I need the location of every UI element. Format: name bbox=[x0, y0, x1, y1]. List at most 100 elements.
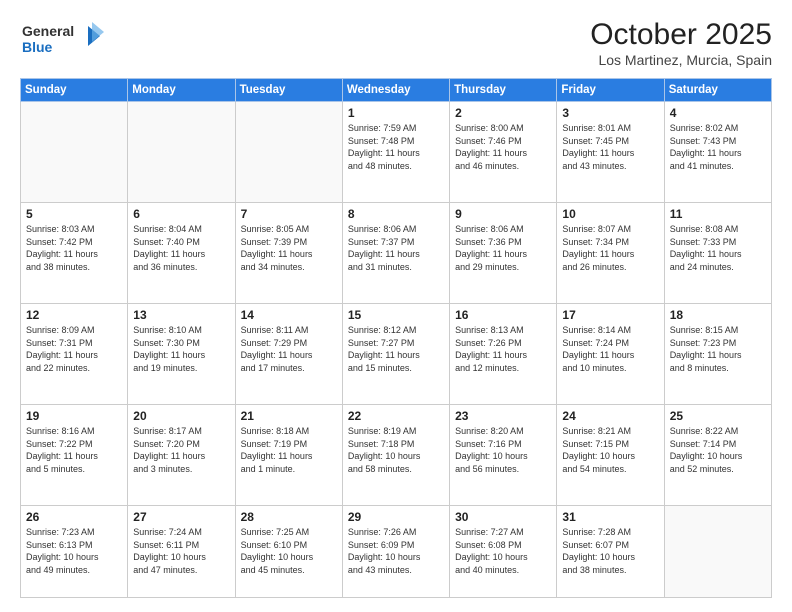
day-number: 4 bbox=[670, 106, 766, 120]
col-saturday: Saturday bbox=[664, 79, 771, 102]
col-monday: Monday bbox=[128, 79, 235, 102]
day-number: 10 bbox=[562, 207, 658, 221]
day-cell: 22 Sunrise: 8:19 AM Sunset: 7:18 PM Dayli… bbox=[342, 405, 449, 506]
day-detail: Sunrise: 8:15 AM Sunset: 7:23 PM Dayligh… bbox=[670, 324, 766, 374]
day-detail: Sunrise: 8:10 AM Sunset: 7:30 PM Dayligh… bbox=[133, 324, 229, 374]
day-number: 24 bbox=[562, 409, 658, 423]
day-detail: Sunrise: 8:00 AM Sunset: 7:46 PM Dayligh… bbox=[455, 122, 551, 172]
logo-text-block: General Blue bbox=[20, 18, 110, 67]
day-detail: Sunrise: 7:59 AM Sunset: 7:48 PM Dayligh… bbox=[348, 122, 444, 172]
col-wednesday: Wednesday bbox=[342, 79, 449, 102]
day-cell: 16 Sunrise: 8:13 AM Sunset: 7:26 PM Dayli… bbox=[450, 304, 557, 405]
col-friday: Friday bbox=[557, 79, 664, 102]
day-number: 25 bbox=[670, 409, 766, 423]
day-cell: 28Sunrise: 7:25 AM Sunset: 6:10 PM Dayli… bbox=[235, 506, 342, 598]
day-cell: 15Sunrise: 8:12 AM Sunset: 7:27 PM Dayli… bbox=[342, 304, 449, 405]
week-row-3: 12 Sunrise: 8:09 AM Sunset: 7:31 PM Dayli… bbox=[21, 304, 772, 405]
day-detail: Sunrise: 7:23 AM Sunset: 6:13 PM Dayligh… bbox=[26, 526, 122, 576]
month-year: October 2025 bbox=[590, 18, 772, 52]
day-cell bbox=[128, 102, 235, 203]
day-cell: 27Sunrise: 7:24 AM Sunset: 6:11 PM Dayli… bbox=[128, 506, 235, 598]
day-number: 30 bbox=[455, 510, 551, 524]
day-detail: Sunrise: 8:21 AM Sunset: 7:15 PM Dayligh… bbox=[562, 425, 658, 475]
day-detail: Sunrise: 8:02 AM Sunset: 7:43 PM Dayligh… bbox=[670, 122, 766, 172]
day-number: 17 bbox=[562, 308, 658, 322]
day-detail: Sunrise: 7:26 AM Sunset: 6:09 PM Dayligh… bbox=[348, 526, 444, 576]
day-number: 16 bbox=[455, 308, 551, 322]
day-cell: 17Sunrise: 8:14 AM Sunset: 7:24 PM Dayli… bbox=[557, 304, 664, 405]
day-detail: Sunrise: 7:28 AM Sunset: 6:07 PM Dayligh… bbox=[562, 526, 658, 576]
location: Los Martinez, Murcia, Spain bbox=[590, 52, 772, 68]
day-cell bbox=[235, 102, 342, 203]
day-cell: 31 Sunrise: 7:28 AM Sunset: 6:07 PM Dayli… bbox=[557, 506, 664, 598]
day-detail: Sunrise: 8:22 AM Sunset: 7:14 PM Dayligh… bbox=[670, 425, 766, 475]
day-detail: Sunrise: 8:04 AM Sunset: 7:40 PM Dayligh… bbox=[133, 223, 229, 273]
page: General Blue October 2025 Los Martinez, … bbox=[0, 0, 792, 612]
day-cell: 29 Sunrise: 7:26 AM Sunset: 6:09 PM Dayli… bbox=[342, 506, 449, 598]
day-number: 5 bbox=[26, 207, 122, 221]
day-detail: Sunrise: 8:08 AM Sunset: 7:33 PM Dayligh… bbox=[670, 223, 766, 273]
day-number: 14 bbox=[241, 308, 337, 322]
col-sunday: Sunday bbox=[21, 79, 128, 102]
day-detail: Sunrise: 7:27 AM Sunset: 6:08 PM Dayligh… bbox=[455, 526, 551, 576]
day-number: 29 bbox=[348, 510, 444, 524]
col-thursday: Thursday bbox=[450, 79, 557, 102]
logo-icon: General Blue bbox=[20, 18, 110, 62]
day-number: 2 bbox=[455, 106, 551, 120]
day-cell: 5 Sunrise: 8:03 AM Sunset: 7:42 PM Daylig… bbox=[21, 203, 128, 304]
day-detail: Sunrise: 8:03 AM Sunset: 7:42 PM Dayligh… bbox=[26, 223, 122, 273]
col-tuesday: Tuesday bbox=[235, 79, 342, 102]
day-number: 12 bbox=[26, 308, 122, 322]
day-number: 21 bbox=[241, 409, 337, 423]
day-detail: Sunrise: 8:19 AM Sunset: 7:18 PM Dayligh… bbox=[348, 425, 444, 475]
day-number: 27 bbox=[133, 510, 229, 524]
day-cell: 4 Sunrise: 8:02 AM Sunset: 7:43 PM Daylig… bbox=[664, 102, 771, 203]
day-detail: Sunrise: 8:18 AM Sunset: 7:19 PM Dayligh… bbox=[241, 425, 337, 475]
day-cell: 11 Sunrise: 8:08 AM Sunset: 7:33 PM Dayli… bbox=[664, 203, 771, 304]
week-row-1: 1 Sunrise: 7:59 AM Sunset: 7:48 PM Daylig… bbox=[21, 102, 772, 203]
day-cell: 1 Sunrise: 7:59 AM Sunset: 7:48 PM Daylig… bbox=[342, 102, 449, 203]
day-cell: 20 Sunrise: 8:17 AM Sunset: 7:20 PM Dayli… bbox=[128, 405, 235, 506]
day-number: 19 bbox=[26, 409, 122, 423]
day-cell: 3Sunrise: 8:01 AM Sunset: 7:45 PM Daylig… bbox=[557, 102, 664, 203]
day-detail: Sunrise: 8:20 AM Sunset: 7:16 PM Dayligh… bbox=[455, 425, 551, 475]
week-row-5: 26 Sunrise: 7:23 AM Sunset: 6:13 PM Dayli… bbox=[21, 506, 772, 598]
svg-text:General: General bbox=[22, 23, 74, 39]
day-number: 20 bbox=[133, 409, 229, 423]
day-detail: Sunrise: 8:01 AM Sunset: 7:45 PM Dayligh… bbox=[562, 122, 658, 172]
day-cell: 9Sunrise: 8:06 AM Sunset: 7:36 PM Daylig… bbox=[450, 203, 557, 304]
day-cell: 25 Sunrise: 8:22 AM Sunset: 7:14 PM Dayli… bbox=[664, 405, 771, 506]
day-cell: 2 Sunrise: 8:00 AM Sunset: 7:46 PM Daylig… bbox=[450, 102, 557, 203]
day-number: 13 bbox=[133, 308, 229, 322]
logo: General Blue bbox=[20, 18, 110, 67]
day-cell bbox=[21, 102, 128, 203]
day-number: 22 bbox=[348, 409, 444, 423]
day-detail: Sunrise: 8:11 AM Sunset: 7:29 PM Dayligh… bbox=[241, 324, 337, 374]
day-cell: 21 Sunrise: 8:18 AM Sunset: 7:19 PM Dayli… bbox=[235, 405, 342, 506]
day-number: 9 bbox=[455, 207, 551, 221]
day-detail: Sunrise: 8:17 AM Sunset: 7:20 PM Dayligh… bbox=[133, 425, 229, 475]
day-number: 23 bbox=[455, 409, 551, 423]
day-detail: Sunrise: 8:06 AM Sunset: 7:37 PM Dayligh… bbox=[348, 223, 444, 273]
day-cell: 12 Sunrise: 8:09 AM Sunset: 7:31 PM Dayli… bbox=[21, 304, 128, 405]
day-number: 31 bbox=[562, 510, 658, 524]
day-number: 1 bbox=[348, 106, 444, 120]
day-cell bbox=[664, 506, 771, 598]
day-cell: 18Sunrise: 8:15 AM Sunset: 7:23 PM Dayli… bbox=[664, 304, 771, 405]
day-cell: 30 Sunrise: 7:27 AM Sunset: 6:08 PM Dayli… bbox=[450, 506, 557, 598]
day-cell: 8Sunrise: 8:06 AM Sunset: 7:37 PM Daylig… bbox=[342, 203, 449, 304]
day-cell: 10 Sunrise: 8:07 AM Sunset: 7:34 PM Dayli… bbox=[557, 203, 664, 304]
day-detail: Sunrise: 8:07 AM Sunset: 7:34 PM Dayligh… bbox=[562, 223, 658, 273]
day-cell: 7Sunrise: 8:05 AM Sunset: 7:39 PM Daylig… bbox=[235, 203, 342, 304]
day-detail: Sunrise: 8:12 AM Sunset: 7:27 PM Dayligh… bbox=[348, 324, 444, 374]
day-number: 26 bbox=[26, 510, 122, 524]
day-number: 7 bbox=[241, 207, 337, 221]
week-row-2: 5 Sunrise: 8:03 AM Sunset: 7:42 PM Daylig… bbox=[21, 203, 772, 304]
day-detail: Sunrise: 8:13 AM Sunset: 7:26 PM Dayligh… bbox=[455, 324, 551, 374]
day-cell: 23 Sunrise: 8:20 AM Sunset: 7:16 PM Dayli… bbox=[450, 405, 557, 506]
header: General Blue October 2025 Los Martinez, … bbox=[20, 18, 772, 68]
day-number: 11 bbox=[670, 207, 766, 221]
day-cell: 14 Sunrise: 8:11 AM Sunset: 7:29 PM Dayli… bbox=[235, 304, 342, 405]
day-detail: Sunrise: 8:09 AM Sunset: 7:31 PM Dayligh… bbox=[26, 324, 122, 374]
svg-text:Blue: Blue bbox=[22, 39, 53, 55]
